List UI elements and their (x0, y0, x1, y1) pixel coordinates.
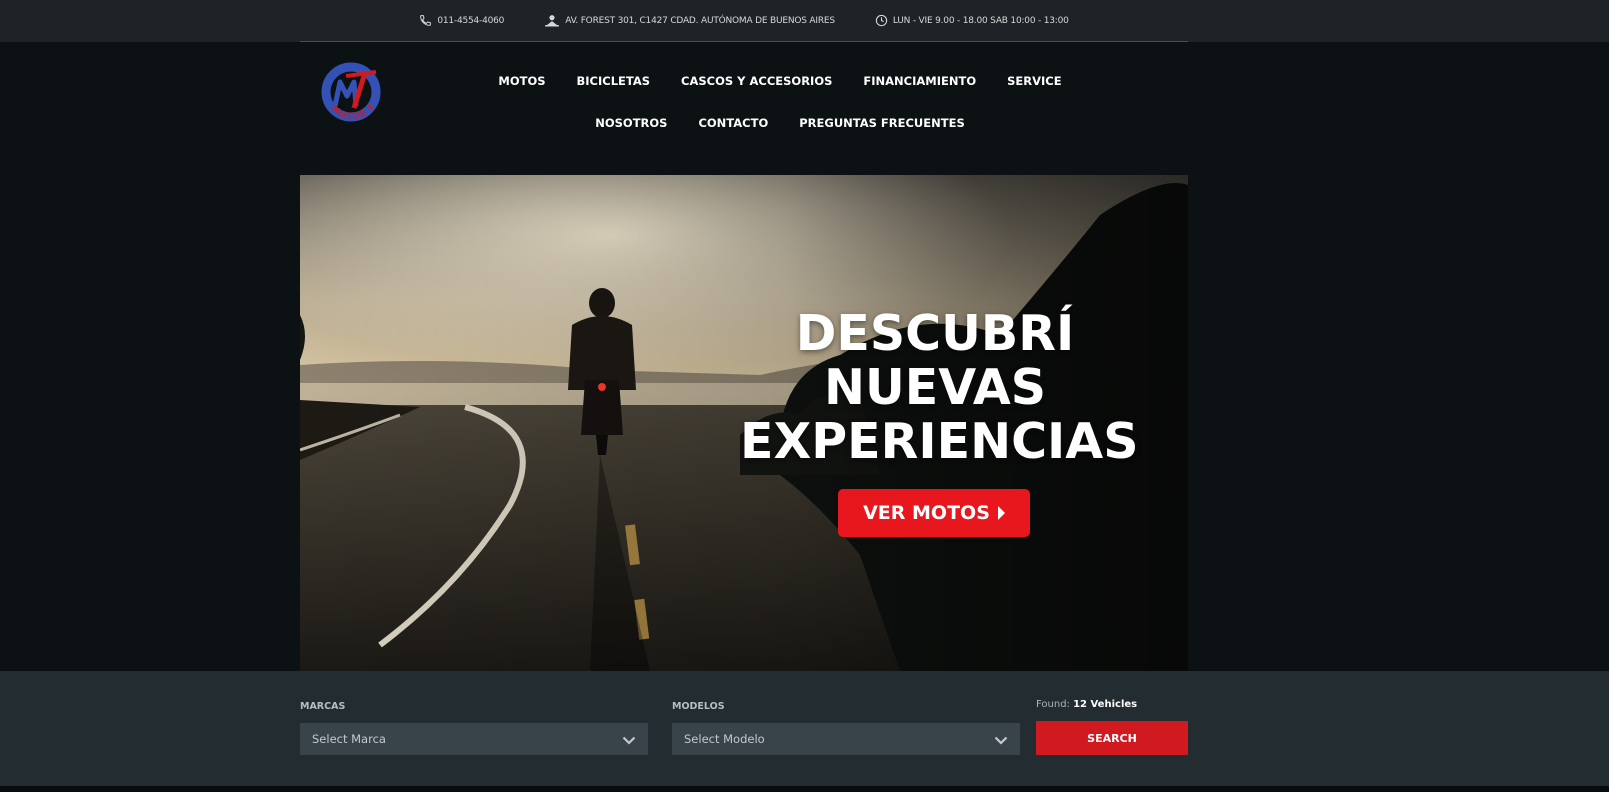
hero-banner: DESCUBRÍ NUEVAS EXPERIENCIAS VER MOTOS (300, 175, 1188, 671)
nav-item-motos[interactable]: MOTOS (483, 72, 561, 90)
nav-item-contacto[interactable]: CONTACTO (683, 114, 784, 132)
address-info[interactable]: AV. FOREST 301, C1427 CDAD. AUTÓNOMA DE … (544, 14, 835, 27)
modelos-label: MODELOS (672, 701, 725, 712)
modelo-select-value: Select Modelo (684, 732, 765, 746)
hours-text: LUN - VIE 9.00 - 18.00 SAB 10:00 - 13:00 (892, 15, 1069, 26)
modelo-select[interactable]: Select Modelo (672, 723, 1020, 755)
nav-item-financiamiento[interactable]: FINANCIAMIENTO (848, 72, 992, 90)
nav-item-nosotros[interactable]: NOSOTROS (580, 114, 683, 132)
nav-item-service[interactable]: SERVICE (992, 72, 1077, 90)
main-nav: MOTOS BICICLETAS CASCOS Y ACCESORIOS FIN… (450, 72, 1110, 132)
top-info-bar-inner: 011-4554-4060 AV. FOREST 301, C1427 CDAD… (300, 0, 1188, 42)
marca-select[interactable]: Select Marca (300, 723, 648, 755)
ver-motos-button[interactable]: VER MOTOS (838, 489, 1030, 537)
bottom-strip (0, 786, 1609, 792)
top-info-bar: 011-4554-4060 AV. FOREST 301, C1427 CDAD… (0, 0, 1609, 42)
logo-mark: MOTOS TERRY (313, 55, 381, 122)
found-count: Found: 12 Vehicles (1036, 699, 1137, 710)
nav-item-preguntas-frecuentes[interactable]: PREGUNTAS FRECUENTES (784, 114, 981, 132)
phone-info[interactable]: 011-4554-4060 (419, 14, 504, 27)
search-button[interactable]: SEARCH (1036, 721, 1188, 755)
location-icon (544, 14, 560, 27)
nav-item-cascos-accesorios[interactable]: CASCOS Y ACCESORIOS (666, 72, 848, 90)
phone-icon (419, 14, 432, 27)
phone-number: 011-4554-4060 (437, 15, 505, 26)
clock-icon (875, 14, 888, 27)
marca-select-value: Select Marca (312, 732, 386, 746)
marcas-label: MARCAS (300, 701, 346, 712)
hero-heading-line-1: DESCUBRÍ (795, 305, 1075, 362)
caret-right-icon (997, 506, 1005, 520)
chevron-down-icon (622, 730, 636, 749)
found-vehicles: 12 Vehicles (1073, 699, 1138, 710)
ver-motos-label: VER MOTOS (863, 502, 990, 524)
site-header: MOTOS TERRY MOTOS BICICLETAS CASCOS Y AC… (300, 42, 1188, 175)
address-text: AV. FOREST 301, C1427 CDAD. AUTÓNOMA DE … (565, 15, 835, 26)
hero-heading-line-3: EXPERIENCIAS (740, 413, 1139, 470)
hero-heading: DESCUBRÍ NUEVAS EXPERIENCIAS (740, 305, 1139, 470)
nav-item-bicicletas[interactable]: BICICLETAS (561, 72, 666, 90)
hours-info: LUN - VIE 9.00 - 18.00 SAB 10:00 - 13:00 (875, 14, 1069, 27)
chevron-down-icon (994, 730, 1008, 749)
motos-terry-logo[interactable]: MOTOS TERRY (313, 55, 388, 132)
found-label: Found: (1036, 699, 1070, 710)
vehicle-search-bar: MARCAS Select Marca MODELOS Select Model… (0, 671, 1609, 786)
hero-heading-line-2: NUEVAS (823, 359, 1047, 416)
